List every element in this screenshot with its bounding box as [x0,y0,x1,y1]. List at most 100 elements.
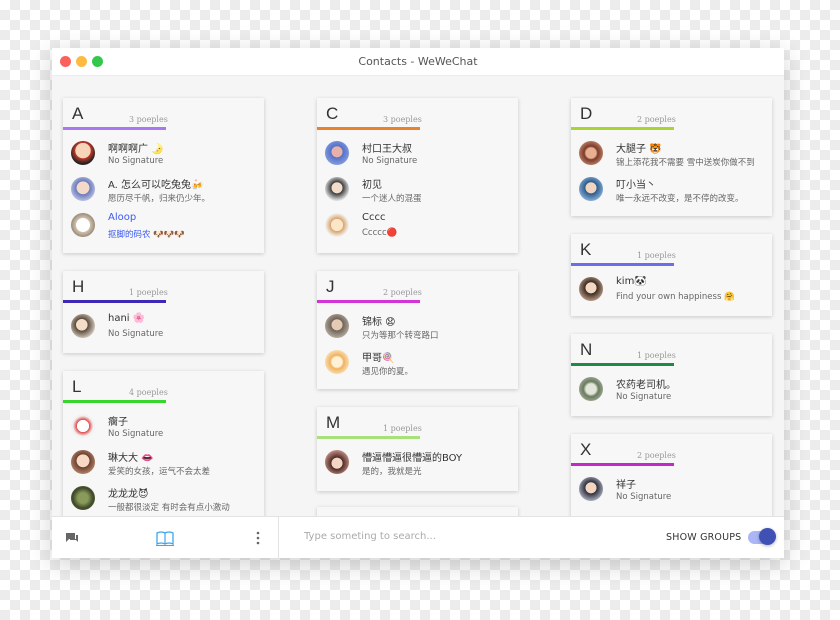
contact-item[interactable]: 大腿子 🐯 锦上添花我不需要 雪中送炭你做不到 [571,136,772,172]
contact-signature: 愿历尽千帆，归来仍少年。 [108,194,211,204]
avatar [71,450,95,474]
contact-name: 瘸子 [108,417,128,428]
contact-name: 啊啊啊广 🌛 [108,144,164,155]
show-groups-toggle-knob[interactable] [759,528,776,545]
contact-name: hani 🌸 [108,313,146,324]
contact-item[interactable]: 啊啊啊广 🌛 No Signature [63,136,264,172]
group-letter: A [72,104,84,123]
avatar [71,314,95,338]
avatar [325,213,349,237]
search-input[interactable] [304,531,604,542]
group-letter: H [72,277,85,296]
contacts-grid: A 3 poeples 啊啊啊广 🌛 No Signature A. 怎么可以吃… [52,76,784,516]
contact-signature: 一个迷人的混蛋 [362,194,422,204]
group-letter: J [326,277,335,296]
more-vertical-icon[interactable] [250,530,266,546]
contacts-book-icon[interactable] [156,530,174,546]
bottom-divider [278,517,279,558]
group-count: 2 poeples [637,451,676,460]
group-accent-bar [571,127,674,130]
group-accent-bar [63,127,166,130]
group-letter: K [580,240,592,259]
group-card-k: K 1 poeples kim🐼 Find your own happiness… [571,234,772,316]
contact-item[interactable]: 琳大大 👄 爱笑的女孩，运气不会太差 [63,445,264,481]
contact-item[interactable]: 叮小当丶 唯一永远不改变，是不停的改变。 [571,172,772,208]
contact-name: 甲哥🍭 [362,353,395,364]
group-accent-bar [317,127,420,130]
contact-item[interactable]: 龙龙龙😈 一般都很淡定 有时会有点小激动 [63,481,264,516]
group-card-h: H 1 poeples hani 🌸 No Signature [63,271,264,353]
contact-name: 琳大大 👄 [108,453,154,464]
avatar [71,486,95,510]
group-count: 4 poeples [129,388,168,397]
group-letter: X [580,440,592,459]
avatar [71,141,95,165]
avatar [71,177,95,201]
contact-name: A. 怎么可以吃兔兔🍻 [108,180,204,191]
avatar [579,277,603,301]
group-accent-bar [63,300,166,303]
contact-item[interactable]: Aloop 抠脚的码农 🐶🐶🐶 [63,208,264,244]
group-card-c: C 3 poeples 村口王大叔 No Signature 初见 一个迷人的混… [317,98,518,253]
contact-signature: No Signature [108,156,164,166]
chat-icon[interactable] [64,530,80,546]
avatar [579,377,603,401]
contact-name: 叮小当丶 [616,180,656,191]
contact-item[interactable]: 村口王大叔 No Signature [317,136,518,172]
contact-item[interactable]: 初见 一个迷人的混蛋 [317,172,518,208]
contact-signature: 抠脚的码农 🐶🐶🐶 [108,230,185,240]
group-letter: D [580,104,593,123]
group-letter: M [326,413,341,432]
contact-signature: Find your own happiness 🤗 [616,292,735,302]
group-count: 1 poeples [637,251,676,260]
app-window: Contacts - WeWeChat A 3 poeples 啊啊啊广 🌛 N… [52,48,784,558]
contact-signature: 锦上添花我不需要 雪中送炭你做不到 [616,158,755,168]
contact-item[interactable]: kim🐼 Find your own happiness 🤗 [571,272,772,308]
avatar [325,450,349,474]
window-title: Contacts - WeWeChat [358,55,478,68]
contact-signature: 爱笑的女孩，运气不会太差 [108,467,211,477]
avatar [325,350,349,374]
contact-item[interactable]: A. 怎么可以吃兔兔🍻 愿历尽千帆，归来仍少年。 [63,172,264,208]
contact-item[interactable]: 锦标 😧 只为等那个转弯路口 [317,309,518,345]
contact-name: 龙龙龙😈 [108,489,149,500]
group-card-partial [317,507,518,516]
group-count: 2 poeples [383,288,422,297]
contact-name: 大腿子 🐯 [616,144,662,155]
contact-signature: 唯一永远不改变，是不停的改变。 [616,194,744,204]
contact-signature: 遇见你的夏。 [362,367,414,377]
group-count: 1 poeples [383,424,422,433]
group-accent-bar [63,400,166,403]
group-count: 1 poeples [129,288,168,297]
contact-name: kim🐼 [616,276,647,287]
contact-name: Aloop [108,212,137,223]
avatar [325,314,349,338]
group-card-m: M 1 poeples 懵逼懵逼很懵逼的BOY 是的，我就是光 [317,407,518,491]
contact-item[interactable]: 懵逼懵逼很懵逼的BOY 是的，我就是光 [317,445,518,481]
avatar [579,477,603,501]
group-count: 1 poeples [637,351,676,360]
contact-item[interactable]: 瘸子 No Signature [63,409,264,445]
avatar [71,213,95,237]
bottom-bar: SHOW GROUPS [52,516,784,558]
avatar [579,141,603,165]
avatar [71,414,95,438]
contact-signature: No Signature [108,429,164,439]
group-accent-bar [571,463,674,466]
contact-item[interactable]: Cccc Ccccc🔴 [317,208,518,244]
group-accent-bar [317,300,420,303]
contact-signature: No Signature [362,156,418,166]
contact-item[interactable]: hani 🌸 No Signature [63,309,264,345]
group-card-a: A 3 poeples 啊啊啊广 🌛 No Signature A. 怎么可以吃… [63,98,264,253]
group-count: 3 poeples [383,115,422,124]
contact-name: 锦标 😧 [362,317,396,328]
contact-signature: No Signature [616,492,672,502]
group-letter: L [72,377,82,396]
contact-item[interactable]: 农药老司机。 No Signature [571,372,772,408]
contact-item[interactable]: 祥子 No Signature [571,472,772,508]
contact-signature: 是的，我就是光 [362,467,422,477]
contact-name: Cccc [362,212,386,223]
contact-signature: No Signature [108,329,164,339]
contact-item[interactable]: 甲哥🍭 遇见你的夏。 [317,345,518,381]
group-card-d: D 2 poeples 大腿子 🐯 锦上添花我不需要 雪中送炭你做不到 叮小当丶… [571,98,772,216]
